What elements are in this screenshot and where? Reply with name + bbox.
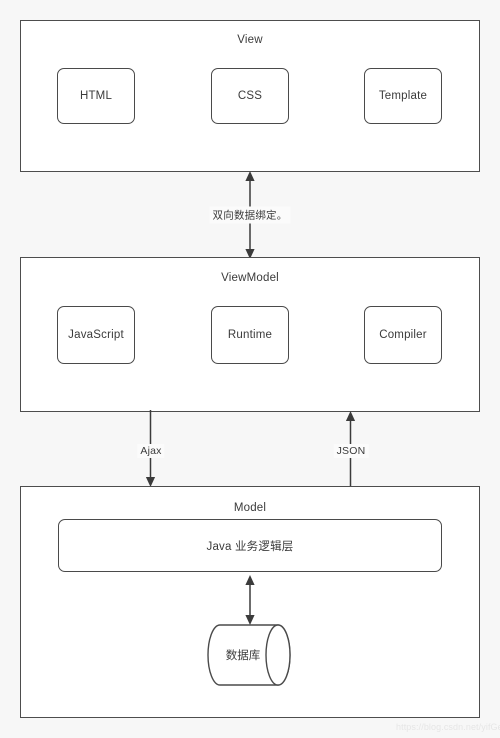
node-java-business-logic-label: Java 业务逻辑层 — [206, 540, 294, 553]
database-cylinder[interactable]: 数据库 — [206, 623, 296, 687]
layer-viewmodel-title: ViewModel — [221, 272, 279, 284]
edge-label-ajax: Ajax — [137, 444, 165, 458]
node-java-business-logic[interactable]: Java 业务逻辑层 — [58, 519, 442, 572]
diagram-canvas: View HTML CSS Template 双向数据绑定。 ViewModel… — [0, 0, 500, 738]
edge-label-two-way-binding: 双向数据绑定。 — [209, 206, 291, 224]
edge-logic-database-arrow — [245, 575, 255, 625]
node-css-label: CSS — [237, 90, 263, 102]
node-compiler-label: Compiler — [379, 329, 427, 341]
layer-view-title: View — [237, 34, 263, 46]
node-template-label: Template — [378, 90, 428, 102]
node-runtime-label: Runtime — [227, 329, 273, 341]
node-javascript[interactable]: JavaScript — [57, 306, 135, 364]
node-runtime[interactable]: Runtime — [211, 306, 289, 364]
node-javascript-label: JavaScript — [68, 329, 124, 341]
database-label: 数据库 — [225, 650, 261, 662]
node-template[interactable]: Template — [364, 68, 442, 124]
layer-model-title: Model — [233, 502, 267, 514]
node-html[interactable]: HTML — [57, 68, 135, 124]
node-css[interactable]: CSS — [211, 68, 289, 124]
edge-label-json: JSON — [333, 444, 369, 458]
node-html-label: HTML — [79, 90, 113, 102]
node-compiler[interactable]: Compiler — [364, 306, 442, 364]
watermark-text: https://blog.csdn.net/yifGeek — [396, 722, 500, 732]
